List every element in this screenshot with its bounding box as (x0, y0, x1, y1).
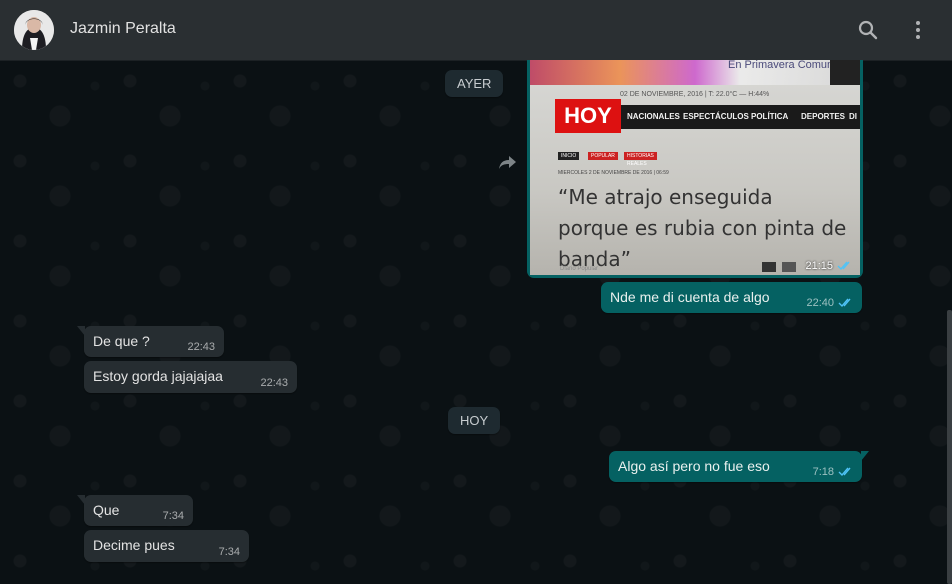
photo-nav-item: ESPECTÁCULOS (683, 112, 749, 121)
message-text: Algo así pero no fue eso (618, 458, 770, 474)
contact-avatar[interactable] (14, 10, 54, 50)
photo-comment-icon (782, 262, 796, 272)
message-text: De que ? (93, 333, 150, 349)
date-divider-today: HOY (448, 407, 501, 434)
newspaper-photo[interactable]: En Primavera Comunicate! 02 DE NOVIEMBRE… (530, 60, 860, 275)
contact-name[interactable]: Jazmin Peralta (70, 20, 176, 38)
message-time: 7:34 (162, 510, 184, 522)
photo-meta: MIERCOLES 2 DE NOVIEMBRE DE 2016 | 06:59 (558, 170, 669, 176)
photo-tag: HISTORIAS REALES (624, 152, 657, 167)
photo-dark-strip (830, 60, 860, 85)
photo-nav-bar: NACIONALES ESPECTÁCULOS POLÍTICA DEPORTE… (621, 105, 860, 129)
incoming-message[interactable]: Decime pues 7:34 (84, 530, 249, 562)
forward-icon[interactable] (496, 150, 520, 174)
bubble-tail (861, 451, 869, 461)
read-ticks-icon (838, 467, 851, 477)
message-time: 7:18 (812, 466, 834, 478)
incoming-message[interactable]: Que 7:34 (77, 495, 193, 526)
message-text: Decime pues (93, 537, 175, 553)
message-time: 22:40 (806, 297, 834, 309)
message-time: 22:43 (260, 377, 288, 389)
incoming-message[interactable]: De que ? 22:43 (77, 326, 224, 357)
photo-share-icon (762, 262, 776, 272)
image-message[interactable]: En Primavera Comunicate! 02 DE NOVIEMBRE… (527, 60, 863, 278)
incoming-message[interactable]: Estoy gorda jajajajaa 22:43 (84, 361, 297, 393)
chat-scrollbar[interactable] (947, 310, 952, 584)
menu-dots-icon[interactable] (906, 18, 930, 42)
hoy-logo: HOY (555, 99, 621, 133)
message-time: 7:34 (218, 546, 240, 558)
outgoing-message[interactable]: Nde me di cuenta de algo 22:40 (601, 282, 862, 313)
photo-nav-item: DI (849, 112, 857, 121)
photo-date-line: 02 DE NOVIEMBRE, 2016 | T: 22.0°C — H:44… (620, 91, 770, 98)
outgoing-message[interactable]: Algo así pero no fue eso 7:18 (609, 451, 869, 482)
search-icon[interactable] (856, 18, 880, 42)
message-time: 22:43 (187, 341, 215, 353)
read-ticks-icon (838, 298, 851, 308)
message-time: 21:15 (805, 260, 833, 272)
photo-nav-item: NACIONALES (627, 112, 680, 121)
date-divider-yesterday: AYER (445, 70, 504, 97)
photo-source: Diario Popular (560, 266, 599, 272)
bubble-tail (77, 495, 85, 505)
chat-header: Jazmin Peralta (0, 0, 952, 61)
photo-tag: POPULAR (588, 152, 618, 160)
message-text: Que (93, 502, 120, 518)
photo-tag: INICIO (558, 152, 580, 160)
photo-nav-item: DEPORTES (801, 112, 846, 121)
message-text: Nde me di cuenta de algo (610, 289, 770, 305)
photo-nav-item: POLÍTICA (751, 112, 789, 121)
read-ticks-icon (837, 261, 850, 271)
bubble-tail (77, 326, 85, 336)
message-text: Estoy gorda jajajajaa (93, 368, 223, 384)
